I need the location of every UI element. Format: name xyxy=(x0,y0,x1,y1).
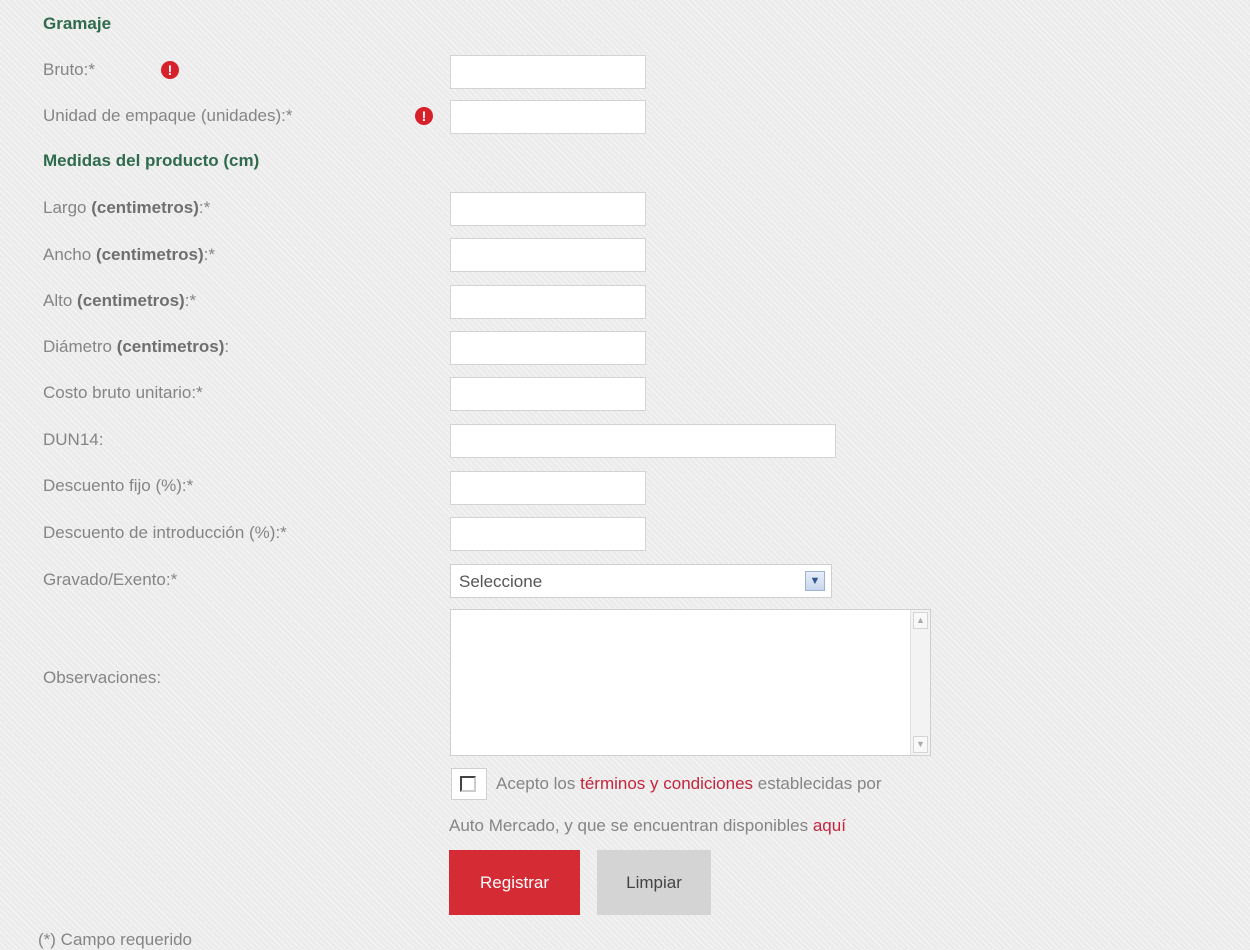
bruto-label: Bruto:* xyxy=(43,60,95,79)
unidad-empaque-label: Unidad de empaque (unidades):* xyxy=(43,106,293,125)
observaciones-label: Observaciones: xyxy=(43,668,162,687)
terms-link[interactable]: términos y condiciones xyxy=(580,774,753,793)
diametro-input[interactable] xyxy=(450,331,646,365)
descuento-fijo-label: Descuento fijo (%):* xyxy=(43,476,194,495)
alto-input[interactable] xyxy=(450,285,646,319)
terms-text: Acepto los términos y condiciones establ… xyxy=(496,774,882,793)
dun14-input[interactable] xyxy=(450,424,836,458)
terms-checkbox[interactable] xyxy=(451,768,487,800)
ancho-input[interactable] xyxy=(450,238,646,272)
observaciones-textarea[interactable]: ▲ ▼ xyxy=(450,609,931,756)
chevron-down-icon[interactable]: ▼ xyxy=(805,571,825,591)
descuento-fijo-input[interactable] xyxy=(450,471,646,505)
register-button[interactable]: Registrar xyxy=(449,850,580,915)
gravado-label: Gravado/Exento:* xyxy=(43,570,178,589)
terms-text-line2: Auto Mercado, y que se encuentran dispon… xyxy=(449,816,846,835)
costo-input[interactable] xyxy=(450,377,646,411)
largo-label: Largo (centimetros):* xyxy=(43,198,211,217)
largo-input[interactable] xyxy=(450,192,646,226)
descuento-intro-label: Descuento de introducción (%):* xyxy=(43,523,287,542)
scroll-down-icon[interactable]: ▼ xyxy=(913,736,928,753)
checkbox-box xyxy=(460,776,476,792)
warning-icon: ! xyxy=(415,107,433,125)
ancho-label: Ancho (centimetros):* xyxy=(43,245,215,264)
alto-label: Alto (centimetros):* xyxy=(43,291,197,310)
warning-icon: ! xyxy=(161,61,179,79)
descuento-intro-input[interactable] xyxy=(450,517,646,551)
section-title-gramaje: Gramaje xyxy=(43,14,112,33)
bruto-input[interactable] xyxy=(450,55,646,89)
scroll-up-icon[interactable]: ▲ xyxy=(913,612,928,629)
clear-button[interactable]: Limpiar xyxy=(597,850,711,915)
textarea-scrollbar[interactable]: ▲ ▼ xyxy=(910,610,930,755)
costo-label: Costo bruto unitario:* xyxy=(43,383,203,402)
unidad-empaque-input[interactable] xyxy=(450,100,646,134)
required-footnote: (*) Campo requerido xyxy=(38,930,193,949)
aqui-link[interactable]: aquí xyxy=(813,816,846,835)
section-title-medidas: Medidas del producto (cm) xyxy=(43,151,260,170)
gravado-select[interactable]: Seleccione ▼ xyxy=(450,564,832,598)
diametro-label: Diámetro (centimetros): xyxy=(43,337,230,356)
dun14-label: DUN14: xyxy=(43,430,104,449)
gravado-select-value: Seleccione xyxy=(459,572,543,591)
